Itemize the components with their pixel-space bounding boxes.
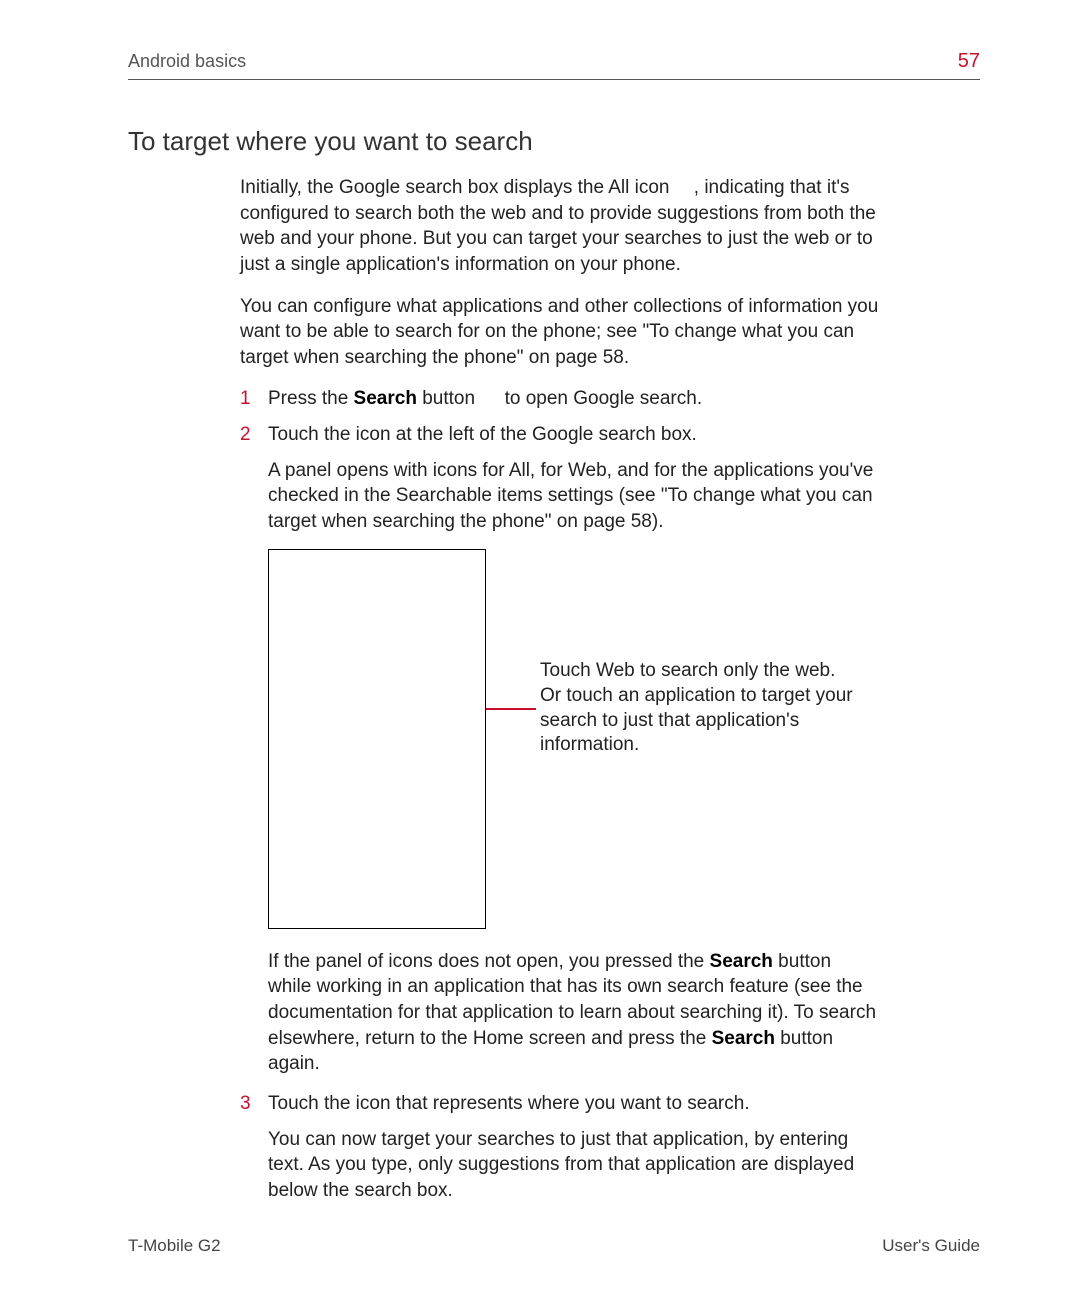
strong-text: Search [710,951,773,972]
intro-paragraph: Initially, the Google search box display… [240,175,880,278]
intro-paragraph: You can configure what applications and … [240,294,880,371]
step-item: Press the Search button to open Google s… [240,386,880,412]
step-text: Touch the icon that represents where you… [268,1091,880,1117]
steps-list: Press the Search button to open Google s… [240,386,880,1203]
page-footer: T-Mobile G2 User's Guide [128,1236,980,1256]
callout-leader-line [486,708,536,710]
figure-placeholder-box [268,549,486,929]
section-title: To target where you want to search [128,126,980,157]
page-number: 57 [958,50,980,73]
step-paragraph: If the panel of icons does not open, you… [268,949,880,1077]
strong-text: Search [354,388,417,409]
figure-row: Touch Web to search only the web. Or tou… [268,549,880,929]
step-paragraph: You can now target your searches to just… [268,1127,880,1204]
footer-right: User's Guide [882,1236,980,1256]
step-text: Press the Search button to open Google s… [268,386,880,412]
chapter-title: Android basics [128,51,246,72]
step-item: Touch the icon that represents where you… [240,1091,880,1204]
footer-left: T-Mobile G2 [128,1236,221,1256]
body-column: Initially, the Google search box display… [240,175,880,1203]
step-item: Touch the icon at the left of the Google… [240,422,880,1077]
running-header: Android basics 57 [128,50,980,80]
strong-text: Search [712,1028,775,1049]
callout-text: Touch Web to search only the web. Or tou… [540,659,860,758]
step-text: Touch the icon at the left of the Google… [268,422,880,448]
step-paragraph: A panel opens with icons for All, for We… [268,458,880,535]
